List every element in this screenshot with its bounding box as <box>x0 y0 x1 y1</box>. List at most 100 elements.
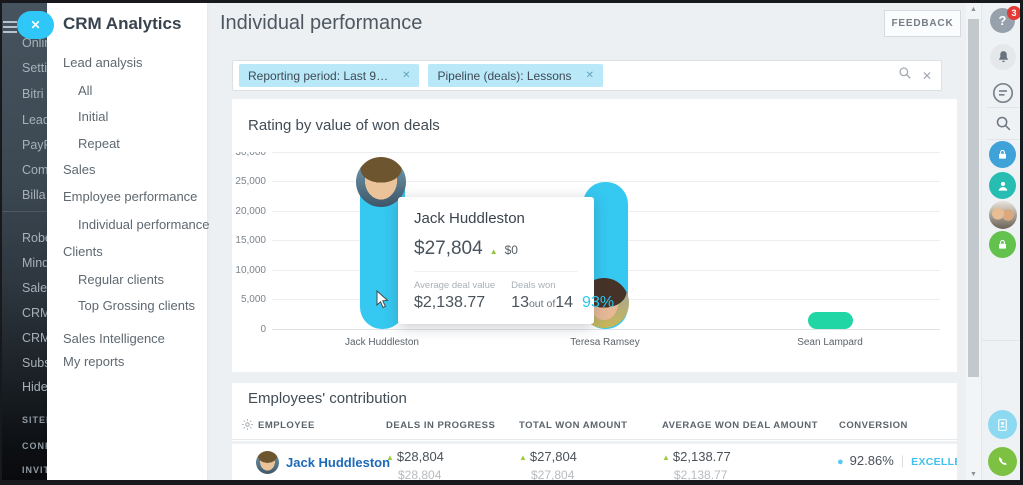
notification-count-badge: 3 <box>1007 6 1021 20</box>
frame-border <box>0 0 2 485</box>
employee-name-link[interactable]: Jack Huddleston <box>286 455 390 470</box>
remove-filter-icon[interactable]: ✕ <box>586 70 594 81</box>
axis-baseline <box>272 329 940 330</box>
phone-icon <box>996 455 1010 469</box>
total-won-cell: ▲$27,804 $27,804 <box>519 448 577 482</box>
tooltip-deals-won: Deals won 13out of1493% <box>511 280 614 312</box>
table-title: Employees' contribution <box>248 390 407 407</box>
sidebar-item[interactable]: Setti <box>22 61 47 75</box>
table-gap <box>232 441 957 444</box>
avg-deal-value: $2,138.77 <box>414 294 495 312</box>
chat-bubble-icon <box>991 81 1015 105</box>
nav-item-sales[interactable]: Sales <box>63 162 96 177</box>
tooltip-amount: $27,804 <box>414 238 483 260</box>
sidebar-item[interactable]: Com <box>22 163 48 177</box>
nav-item-initial[interactable]: Initial <box>78 109 108 124</box>
document-icon <box>996 418 1009 432</box>
nav-item-clients[interactable]: Clients <box>63 244 103 259</box>
chart-tooltip: Jack Huddleston $27,804 ▲ $0 Average dea… <box>398 197 594 324</box>
tooltip-avg-deal: Average deal value $2,138.77 <box>414 280 495 312</box>
bar-sean-lampard[interactable] <box>808 312 853 329</box>
menu-title: CRM Analytics <box>63 14 181 34</box>
rail-divider <box>987 139 1019 140</box>
deals-won-percent: 93% <box>582 294 614 311</box>
filter-search-bar[interactable]: Reporting period: Last 9… ✕ Pipeline (de… <box>232 60 942 91</box>
green-lock-button[interactable] <box>989 231 1016 258</box>
gridline <box>272 152 940 153</box>
sidebar-footer-item[interactable]: INVIT <box>22 465 50 475</box>
up-triangle-icon: ▲ <box>662 453 670 462</box>
nav-item-my-reports[interactable]: My reports <box>63 354 124 369</box>
question-mark-icon: ? <box>999 13 1007 28</box>
filter-chip-label: Reporting period: Last 9… <box>248 69 388 83</box>
vertical-scrollbar[interactable]: ▲ ▼ <box>966 3 981 482</box>
row-avatar <box>256 451 279 474</box>
rail-divider <box>982 340 1023 341</box>
employees-contribution-panel: Employees' contribution EMPLOYEE DEALS I… <box>232 383 957 485</box>
sidebar-item[interactable]: Bitri <box>22 87 44 101</box>
frame-border <box>0 0 1023 3</box>
notifications-bell-button[interactable] <box>990 44 1016 70</box>
deals-won-count: 13 <box>511 294 529 311</box>
x-axis-label: Teresa Ramsey <box>570 337 639 348</box>
padlock-icon <box>996 238 1009 251</box>
deals-in-progress-cell: ▲$28,804 $28,804 <box>386 448 444 482</box>
x-axis-label: Jack Huddleston <box>345 337 419 348</box>
hamburger-menu-icon[interactable] <box>3 21 17 33</box>
conversion-cell: ●92.86%|EXCELLENT <box>837 453 957 468</box>
nav-item-regular-clients[interactable]: Regular clients <box>78 272 164 287</box>
sidebar-item[interactable]: Billa <box>22 188 46 202</box>
nav-item-individual-performance[interactable]: Individual performance <box>78 217 210 232</box>
filter-chip-pipeline[interactable]: Pipeline (deals): Lessons ✕ <box>428 64 602 87</box>
column-header-total-won[interactable]: TOTAL WON AMOUNT <box>519 420 627 431</box>
y-tick-label: 10,000 <box>232 265 266 276</box>
crm-analytics-menu-panel: CRM Analytics Lead analysis All Initial … <box>47 0 207 485</box>
nav-item-sales-intelligence[interactable]: Sales Intelligence <box>63 331 165 346</box>
feedback-button[interactable]: FEEDBACK <box>884 10 961 37</box>
nav-item-repeat[interactable]: Repeat <box>78 136 120 151</box>
close-menu-button[interactable]: ✕ <box>17 11 54 39</box>
search-widget-button[interactable] <box>994 114 1012 132</box>
column-header-deals-in-progress[interactable]: DEALS IN PROGRESS <box>386 420 495 431</box>
nav-item-top-grossing-clients[interactable]: Top Grossing clients <box>78 298 195 313</box>
nav-item-lead-analysis[interactable]: Lead analysis <box>63 55 143 70</box>
remove-filter-icon[interactable]: ✕ <box>402 70 410 81</box>
deals-won-total: 14 <box>555 294 573 311</box>
filter-chip-reporting-period[interactable]: Reporting period: Last 9… ✕ <box>239 64 419 87</box>
phone-widget-button[interactable] <box>988 447 1017 476</box>
team-avatars-button[interactable] <box>989 201 1017 229</box>
x-axis-label: Sean Lampard <box>797 337 863 348</box>
conversion-badge: EXCELLENT <box>911 456 957 468</box>
sidebar-item[interactable]: Mind <box>22 256 49 270</box>
column-header-conversion[interactable]: CONVERSION <box>839 420 908 431</box>
blue-lock-button[interactable] <box>989 141 1016 168</box>
grid-settings-gear-icon[interactable] <box>241 418 254 436</box>
search-icon[interactable] <box>898 66 912 85</box>
conversion-dot-icon: ● <box>837 456 844 468</box>
tasks-widget-button[interactable] <box>988 410 1017 439</box>
chat-button[interactable] <box>991 81 1015 105</box>
avg-deal-label: Average deal value <box>414 280 495 291</box>
column-header-average-won[interactable]: AVERAGE WON DEAL AMOUNT <box>662 420 818 431</box>
scroll-up-arrow-icon[interactable]: ▲ <box>966 6 981 13</box>
user-widget-button[interactable] <box>989 172 1016 199</box>
mouse-cursor <box>376 290 389 314</box>
y-tick-label: 20,000 <box>232 206 266 217</box>
filter-chip-label: Pipeline (deals): Lessons <box>437 69 571 83</box>
nav-item-all[interactable]: All <box>78 83 92 98</box>
column-header-employee[interactable]: EMPLOYEE <box>258 420 315 431</box>
y-tick-label: 15,000 <box>232 235 266 246</box>
scroll-down-arrow-icon[interactable]: ▼ <box>966 471 981 478</box>
sidebar-item[interactable]: Lead <box>22 113 50 127</box>
up-triangle-icon: ▲ <box>519 453 527 462</box>
nav-item-employee-performance[interactable]: Employee performance <box>63 189 197 204</box>
clipped-label-overlay <box>232 145 272 152</box>
bell-icon <box>997 50 1010 64</box>
sidebar-item[interactable]: Hide <box>22 380 48 394</box>
scrollbar-thumb[interactable] <box>968 19 979 377</box>
padlock-icon <box>996 148 1009 161</box>
deals-won-label: Deals won <box>511 280 614 291</box>
clear-search-icon[interactable]: ✕ <box>922 69 932 83</box>
search-icon <box>995 115 1012 132</box>
y-tick-label: 25,000 <box>232 176 266 187</box>
